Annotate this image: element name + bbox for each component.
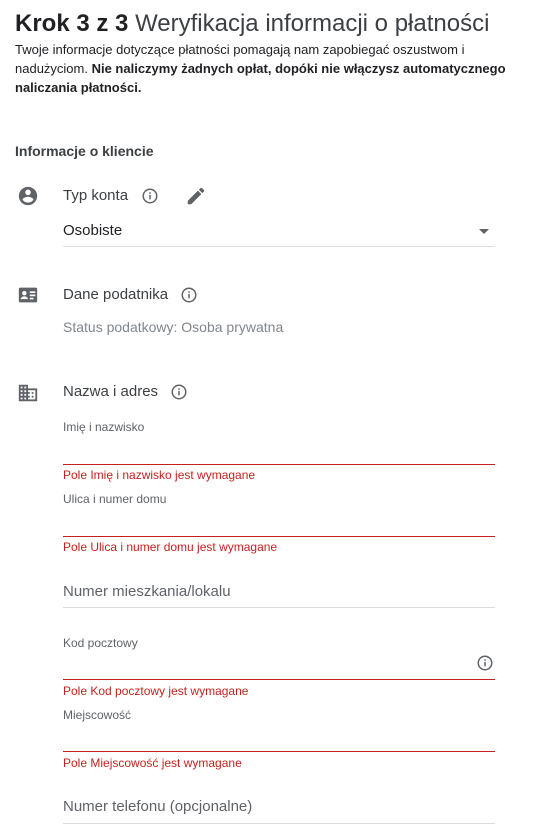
street-field-underline <box>63 536 495 537</box>
apartment-field-underline <box>63 607 495 608</box>
name-field[interactable]: Imię i nazwisko <box>63 420 495 466</box>
name-error: Pole Imię i nazwisko jest wymagane <box>63 468 256 482</box>
postal-code-field[interactable]: Kod pocztowy <box>63 636 495 682</box>
account-type-value: Osobiste <box>63 222 123 239</box>
tax-status-text: Status podatkowy: Osoba prywatna <box>63 319 284 335</box>
section-title: Informacje o kliencie <box>15 143 154 159</box>
street-error: Pole Ulica i numer domu jest wymagane <box>63 540 278 554</box>
postal-code-error: Pole Kod pocztowy jest wymagane <box>63 684 249 698</box>
dropdown-arrow-icon <box>479 229 489 234</box>
postal-code-field-label: Kod pocztowy <box>63 636 138 650</box>
account-type-label: Typ konta <box>63 187 129 204</box>
info-icon[interactable] <box>170 383 188 401</box>
city-error: Pole Miejscowość jest wymagane <box>63 756 242 770</box>
info-icon[interactable] <box>180 286 198 304</box>
account-circle-icon <box>18 186 38 206</box>
city-field-label: Miejscowość <box>63 708 132 722</box>
info-icon[interactable] <box>476 654 494 672</box>
edit-pencil-icon[interactable] <box>185 185 207 207</box>
id-card-icon <box>18 287 38 303</box>
street-field-label: Ulica i numer domu <box>63 492 167 506</box>
page-title: Krok 3 z 3 Weryfikacja informacji o płat… <box>15 8 489 40</box>
intro-text: Twoje informacje dotyczące płatności pom… <box>15 40 515 97</box>
info-icon[interactable] <box>141 187 159 205</box>
step-indicator: Krok 3 z 3 <box>15 10 129 37</box>
phone-field-underline <box>63 823 495 824</box>
city-field-underline <box>63 751 495 752</box>
account-type-select[interactable]: Osobiste <box>63 220 495 247</box>
city-field[interactable]: Miejscowość <box>63 708 495 754</box>
postal-code-field-underline <box>63 679 495 680</box>
business-building-icon <box>18 384 38 402</box>
phone-field[interactable]: Numer telefonu (opcjonalne) <box>63 798 252 815</box>
street-field[interactable]: Ulica i numer domu <box>63 492 495 538</box>
name-field-label: Imię i nazwisko <box>63 420 145 434</box>
name-field-underline <box>63 464 495 465</box>
address-label: Nazwa i adres <box>63 383 159 400</box>
tax-label: Dane podatnika <box>63 286 169 303</box>
page-title-text: Weryfikacja informacji o płatności <box>135 10 490 37</box>
apartment-field[interactable]: Numer mieszkania/lokalu <box>63 583 231 600</box>
